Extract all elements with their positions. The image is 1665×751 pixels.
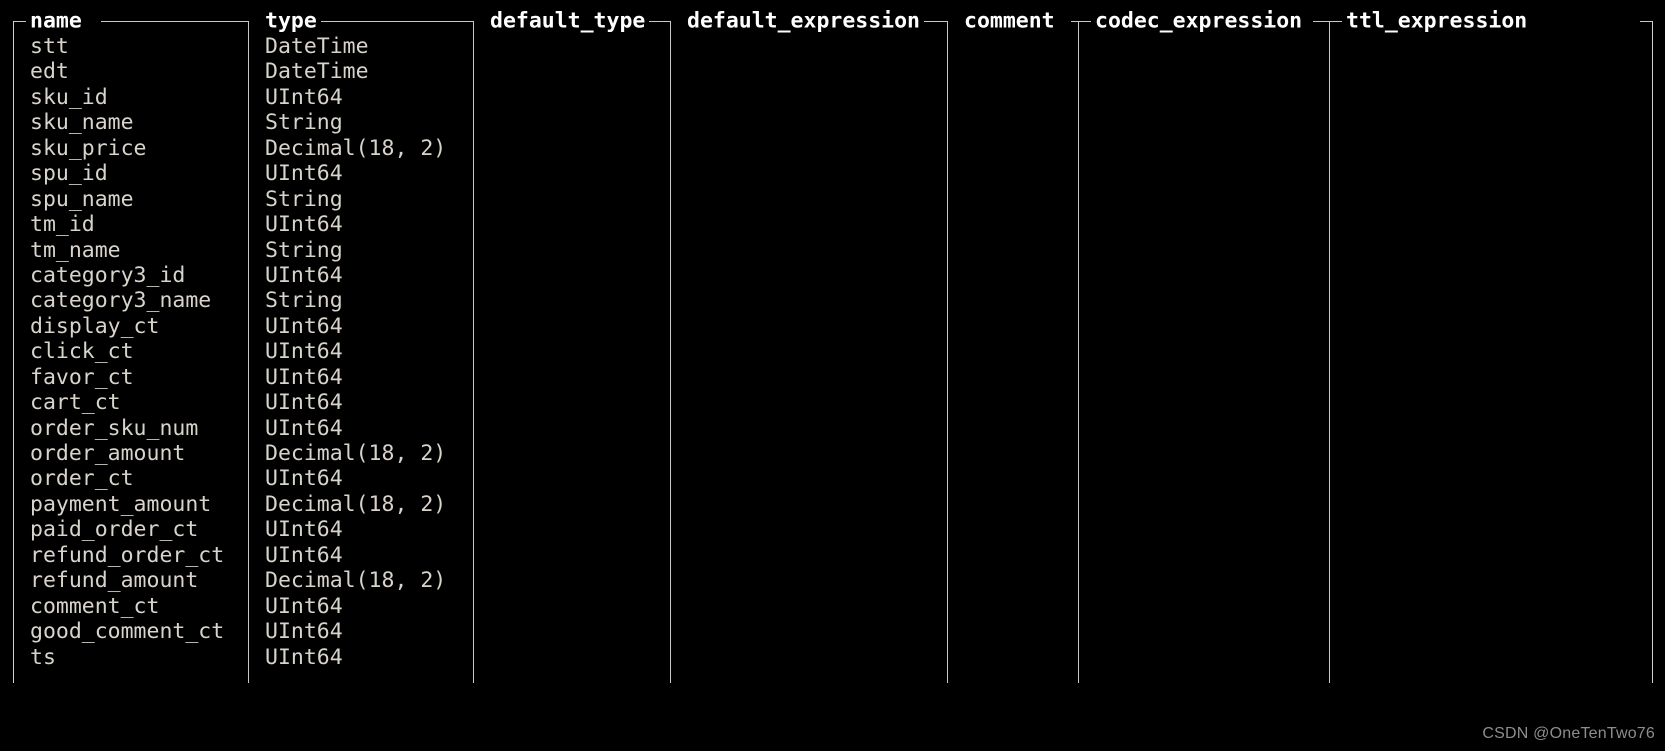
cell-type: Decimal(18, 2) bbox=[265, 491, 447, 517]
table-row: sku_name String bbox=[0, 110, 1665, 135]
table-row: tm_id UInt64 bbox=[0, 212, 1665, 237]
cell-type: UInt64 bbox=[265, 466, 343, 492]
table-row: ts UInt64 bbox=[0, 645, 1665, 670]
table-body: stt DateTime edt DateTime sku_id UInt64 sku_na… bbox=[0, 34, 1665, 670]
table-row: paid_order_ct UInt64 bbox=[0, 517, 1665, 542]
column-header-default-type: default_type bbox=[486, 10, 650, 32]
cell-type: Decimal(18, 2) bbox=[265, 568, 447, 594]
cell-type: Decimal(18, 2) bbox=[265, 135, 447, 161]
cell-name: click_ct bbox=[30, 339, 134, 365]
cell-name: tm_id bbox=[30, 212, 95, 238]
cell-type: UInt64 bbox=[265, 313, 343, 339]
cell-type: UInt64 bbox=[265, 415, 343, 441]
cell-name: cart_ct bbox=[30, 390, 121, 416]
table-bottom-border bbox=[13, 683, 1653, 684]
table-row: sku_price Decimal(18, 2) bbox=[0, 136, 1665, 161]
cell-type: String bbox=[265, 186, 343, 212]
cell-name: good_comment_ct bbox=[30, 619, 225, 645]
table-row: edt DateTime bbox=[0, 59, 1665, 84]
table-row: refund_amount Decimal(18, 2) bbox=[0, 568, 1665, 593]
cell-type: UInt64 bbox=[265, 339, 343, 365]
column-header-name: name bbox=[26, 10, 86, 32]
cell-name: category3_id bbox=[30, 262, 186, 288]
cell-name: sku_price bbox=[30, 135, 147, 161]
cell-type: Decimal(18, 2) bbox=[265, 441, 447, 466]
table-row: sku_id UInt64 bbox=[0, 85, 1665, 110]
cell-type: String bbox=[265, 237, 343, 263]
cell-name: spu_id bbox=[30, 161, 108, 187]
cell-name: order_amount bbox=[30, 441, 186, 466]
column-header-comment: comment bbox=[960, 10, 1059, 32]
cell-type: UInt64 bbox=[265, 619, 343, 645]
table-row: favor_ct UInt64 bbox=[0, 365, 1665, 390]
cell-name: paid_order_ct bbox=[30, 517, 199, 543]
table-row: order_ct UInt64 bbox=[0, 466, 1665, 491]
table-row: payment_amount Decimal(18, 2) bbox=[0, 492, 1665, 517]
cell-name: spu_name bbox=[30, 186, 134, 212]
table-row: order_sku_num UInt64 bbox=[0, 416, 1665, 441]
table-row: category3_id UInt64 bbox=[0, 263, 1665, 288]
cell-name: order_ct bbox=[30, 466, 134, 492]
cell-type: UInt64 bbox=[265, 161, 343, 187]
table-row: order_amount Decimal(18, 2) bbox=[0, 441, 1665, 466]
cell-name: category3_name bbox=[30, 288, 212, 314]
cell-name: ts bbox=[30, 644, 56, 670]
cell-type: String bbox=[265, 288, 343, 314]
table-row: refund_order_ct UInt64 bbox=[0, 543, 1665, 568]
cell-name: sku_name bbox=[30, 110, 134, 136]
table-row: click_ct UInt64 bbox=[0, 339, 1665, 364]
watermark-label: CSDN @OneTenTwo76 bbox=[1482, 725, 1655, 742]
cell-name: order_sku_num bbox=[30, 415, 199, 441]
cell-name: tm_name bbox=[30, 237, 121, 263]
cell-name: display_ct bbox=[30, 313, 160, 339]
table-row: tm_name String bbox=[0, 238, 1665, 263]
top-rule-segment bbox=[101, 21, 248, 22]
table-row: category3_name String bbox=[0, 288, 1665, 313]
cell-type: String bbox=[265, 110, 343, 136]
cell-name: comment_ct bbox=[30, 593, 160, 619]
table-row: cart_ct UInt64 bbox=[0, 390, 1665, 415]
cell-name: refund_order_ct bbox=[30, 542, 225, 568]
cell-name: favor_ct bbox=[30, 364, 134, 390]
column-header-ttl-expression: ttl_expression bbox=[1342, 10, 1532, 32]
top-rule-segment bbox=[921, 21, 947, 22]
cell-name: edt bbox=[30, 59, 69, 85]
cell-type: UInt64 bbox=[265, 364, 343, 390]
cell-type: UInt64 bbox=[265, 517, 343, 543]
cell-type: UInt64 bbox=[265, 644, 343, 670]
table-row: comment_ct UInt64 bbox=[0, 594, 1665, 619]
cell-type: UInt64 bbox=[265, 593, 343, 619]
column-header-type: type bbox=[261, 10, 321, 32]
cell-name: payment_amount bbox=[30, 491, 212, 517]
cell-type: DateTime bbox=[265, 59, 369, 85]
cell-type: DateTime bbox=[265, 34, 369, 59]
top-rule-segment bbox=[319, 21, 473, 22]
table-row: display_ct UInt64 bbox=[0, 314, 1665, 339]
column-header-codec-expression: codec_expression bbox=[1091, 10, 1307, 32]
cell-name: stt bbox=[30, 34, 69, 59]
cell-type: UInt64 bbox=[265, 84, 343, 110]
column-header-default-expression: default_expression bbox=[683, 10, 924, 32]
cell-type: UInt64 bbox=[265, 212, 343, 238]
cell-name: refund_amount bbox=[30, 568, 199, 594]
table-row: good_comment_ct UInt64 bbox=[0, 619, 1665, 644]
cell-name: sku_id bbox=[30, 84, 108, 110]
terminal-window: name type default_type default_expressio… bbox=[0, 0, 1665, 751]
table-row: stt DateTime bbox=[0, 34, 1665, 59]
cell-type: UInt64 bbox=[265, 390, 343, 416]
table-row: spu_name String bbox=[0, 187, 1665, 212]
cell-type: UInt64 bbox=[265, 542, 343, 568]
cell-type: UInt64 bbox=[265, 262, 343, 288]
table-row: spu_id UInt64 bbox=[0, 161, 1665, 186]
